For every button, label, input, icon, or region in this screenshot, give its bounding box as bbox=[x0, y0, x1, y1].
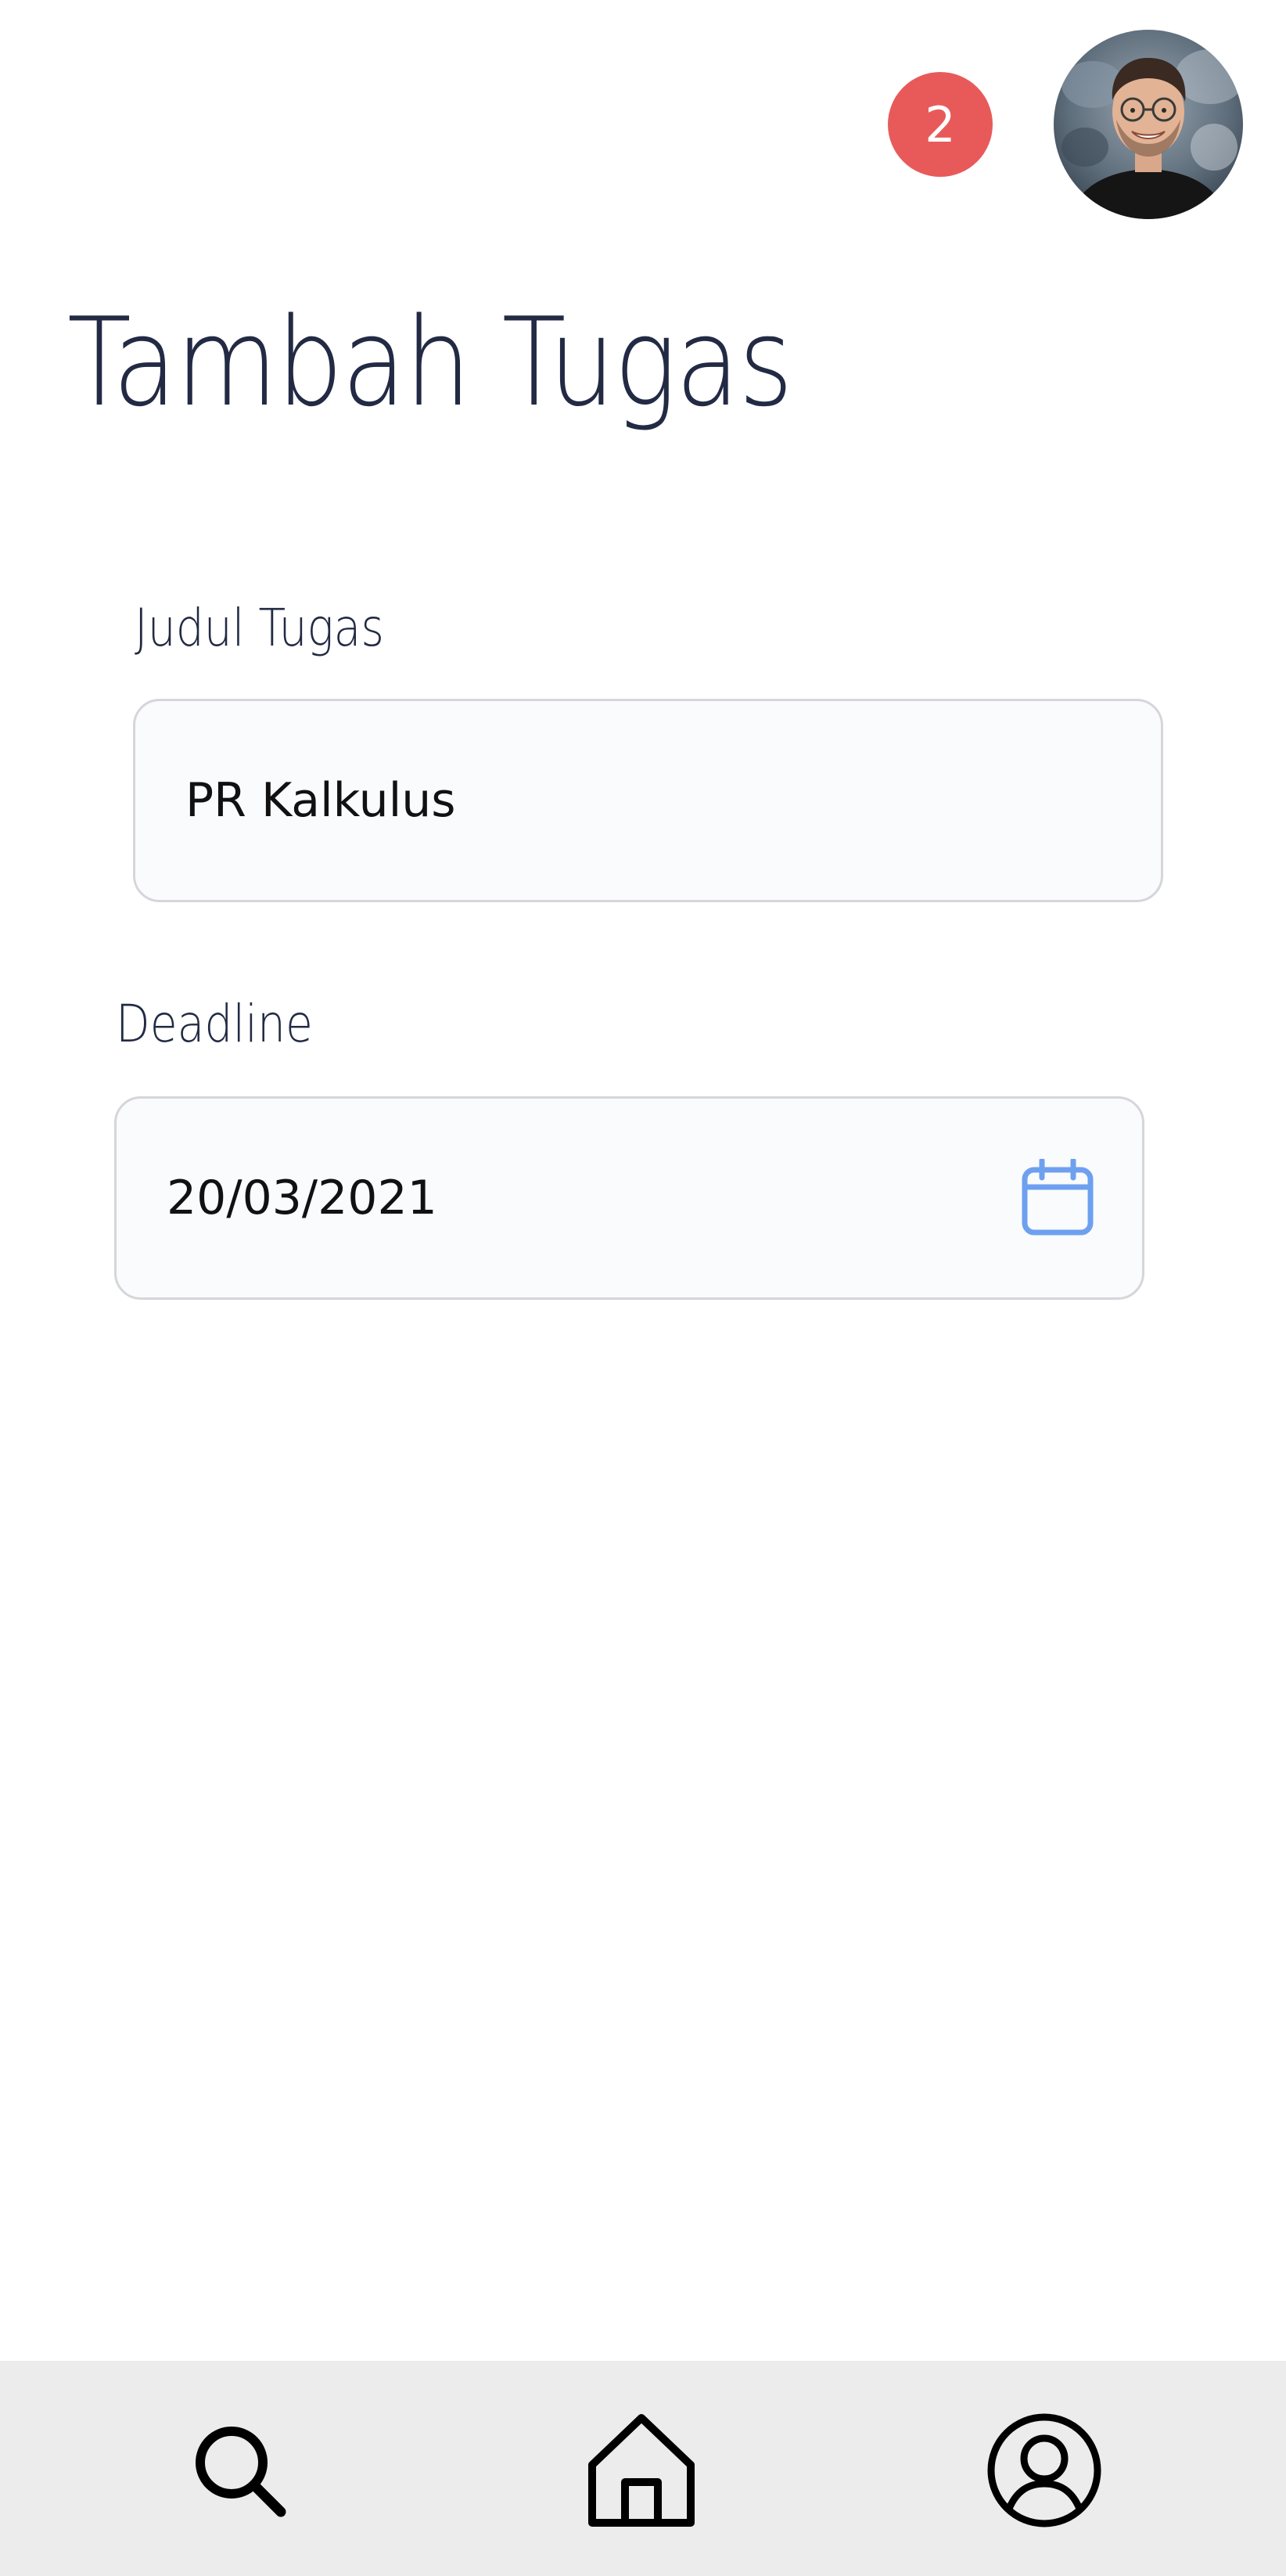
judul-tugas-input[interactable]: PR Kalkulus bbox=[133, 699, 1163, 902]
avatar-photo-icon bbox=[1054, 30, 1243, 219]
home-icon bbox=[588, 2414, 695, 2527]
notification-badge[interactable]: 2 bbox=[888, 72, 993, 177]
calendar-icon[interactable] bbox=[1020, 1157, 1095, 1239]
search-icon bbox=[196, 2427, 286, 2517]
judul-tugas-label: Judul Tugas bbox=[135, 598, 384, 658]
deadline-label: Deadline bbox=[116, 994, 313, 1054]
profile-icon bbox=[987, 2413, 1101, 2527]
nav-home-button[interactable] bbox=[579, 2408, 704, 2533]
nav-search-button[interactable] bbox=[177, 2408, 302, 2533]
bottom-nav bbox=[0, 2361, 1286, 2576]
avatar[interactable] bbox=[1054, 30, 1243, 219]
nav-profile-button[interactable] bbox=[982, 2408, 1107, 2533]
deadline-input[interactable]: 20/03/2021 bbox=[114, 1096, 1144, 1300]
page-title: Tambah Tugas bbox=[67, 291, 793, 434]
deadline-value: 20/03/2021 bbox=[167, 1171, 437, 1225]
judul-tugas-value: PR Kalkulus bbox=[185, 773, 456, 828]
page: 2 Tambah Tugas Judul Tugas PR Kalkulus D… bbox=[0, 0, 1286, 2576]
